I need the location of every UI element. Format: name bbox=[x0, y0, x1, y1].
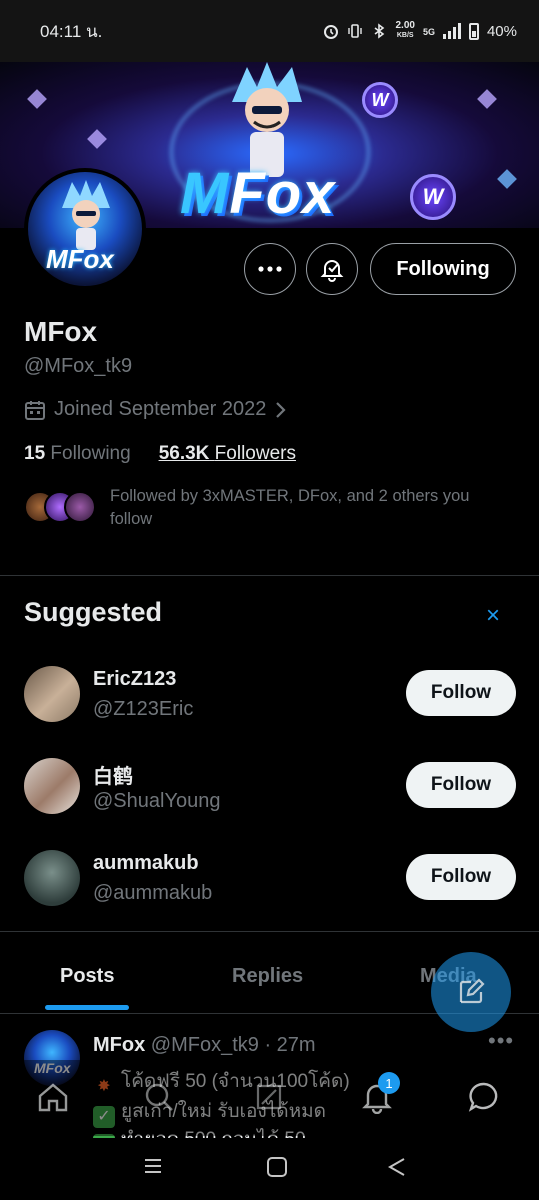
compose-button[interactable] bbox=[431, 952, 511, 1032]
suggested-user-row[interactable]: 白鹤 @ShualYoung Follow bbox=[24, 758, 516, 818]
avatar[interactable] bbox=[24, 758, 80, 814]
status-time: 04:11 น. bbox=[40, 21, 103, 41]
home-icon[interactable] bbox=[36, 1080, 70, 1114]
post-header: MFox @MFox_tk9 · 27m bbox=[93, 1034, 316, 1057]
bell-check-icon bbox=[320, 260, 344, 282]
network-type: 5G bbox=[422, 27, 435, 37]
avatar[interactable] bbox=[24, 850, 80, 906]
grok-icon[interactable] bbox=[252, 1080, 286, 1114]
avatar bbox=[64, 491, 96, 523]
battery-level: 40% bbox=[486, 22, 517, 40]
mutual-avatars bbox=[24, 491, 96, 531]
suggested-title: Suggested bbox=[24, 597, 163, 627]
recent-apps-icon[interactable] bbox=[143, 1156, 163, 1176]
status-bar: 04:11 น. 2.00 KB/S 5G 40% bbox=[0, 0, 539, 62]
more-options-button[interactable] bbox=[244, 243, 296, 295]
tab-replies[interactable]: Replies bbox=[232, 965, 303, 988]
status-icons: 2.00 KB/S 5G 40% bbox=[323, 21, 517, 41]
profile-handle: @MFox_tk9 bbox=[24, 355, 133, 377]
divider bbox=[0, 931, 539, 932]
signal-icon bbox=[442, 23, 461, 39]
joined-text: Joined September 2022 bbox=[54, 398, 267, 420]
alarm-icon bbox=[324, 25, 339, 39]
followed-by[interactable]: Followed by 3xMASTER, DFox, and 2 others… bbox=[24, 485, 514, 531]
avatar-character bbox=[62, 180, 110, 250]
follow-button[interactable]: Follow bbox=[406, 670, 516, 716]
more-dots-icon bbox=[258, 266, 282, 272]
suggested-user-row[interactable]: aummakub @aummakub Follow bbox=[24, 850, 516, 910]
profile-name: MFox bbox=[24, 316, 98, 347]
post-time: · 27m bbox=[264, 1034, 316, 1056]
suggested-user-handle: @Z123Eric bbox=[93, 698, 194, 720]
banner-coin: W bbox=[410, 174, 456, 220]
system-navigation-bar bbox=[0, 1138, 539, 1200]
banner-title: MFox bbox=[180, 161, 336, 226]
banner-crystal bbox=[27, 89, 47, 109]
compose-icon bbox=[459, 978, 485, 1004]
avatar[interactable] bbox=[24, 666, 80, 722]
notifications-subscribe-button[interactable] bbox=[306, 243, 358, 295]
chevron-right-icon bbox=[276, 401, 286, 418]
banner-crystal bbox=[87, 129, 107, 149]
banner-crystal bbox=[477, 89, 497, 109]
active-tab-indicator bbox=[45, 1005, 129, 1010]
banner-coin: W bbox=[362, 82, 398, 118]
avatar-logo-text: MFox bbox=[46, 244, 114, 274]
follow-counts: 15 Following 56.3K Followers bbox=[24, 443, 296, 465]
bottom-navigation bbox=[0, 1060, 539, 1136]
bluetooth-icon bbox=[375, 23, 385, 39]
suggested-user-name: EricZ123 bbox=[93, 668, 177, 690]
followed-by-text: Followed by 3xMASTER, DFox, and 2 others… bbox=[110, 487, 470, 528]
suggested-user-handle: @aummakub bbox=[93, 882, 213, 904]
home-button-icon[interactable] bbox=[266, 1156, 288, 1178]
suggested-user-name: 白鹤 bbox=[93, 766, 133, 788]
post-handle: @MFox_tk9 bbox=[150, 1034, 259, 1056]
suggested-user-handle: @ShualYoung bbox=[93, 790, 221, 812]
follow-button[interactable]: Follow bbox=[406, 854, 516, 900]
search-icon[interactable] bbox=[142, 1080, 176, 1114]
close-suggested-button[interactable]: × bbox=[486, 602, 500, 630]
banner-crystal bbox=[497, 169, 517, 189]
vibrate-icon bbox=[348, 24, 363, 38]
followers-count-link[interactable]: 56.3K Followers bbox=[159, 443, 296, 465]
calendar-icon bbox=[25, 400, 45, 420]
notification-badge: 1 bbox=[378, 1072, 400, 1094]
back-icon[interactable] bbox=[386, 1156, 408, 1178]
messages-icon[interactable] bbox=[467, 1080, 501, 1114]
network-speed: 2.00 KB/S bbox=[395, 20, 415, 40]
divider bbox=[0, 575, 539, 576]
post-author[interactable]: MFox bbox=[93, 1034, 145, 1056]
following-count-link[interactable]: 15 Following bbox=[24, 443, 131, 465]
following-button[interactable]: Following bbox=[370, 243, 516, 295]
profile-avatar[interactable]: MFox bbox=[24, 168, 146, 290]
suggested-user-name: aummakub bbox=[93, 852, 199, 874]
follow-button[interactable]: Follow bbox=[406, 762, 516, 808]
tab-posts[interactable]: Posts bbox=[60, 965, 114, 988]
suggested-user-row[interactable]: EricZ123 @Z123Eric Follow bbox=[24, 666, 516, 726]
post-more-button[interactable]: ••• bbox=[488, 1028, 514, 1054]
battery-icon bbox=[468, 22, 479, 40]
joined-date[interactable]: Joined September 2022 bbox=[24, 398, 288, 421]
